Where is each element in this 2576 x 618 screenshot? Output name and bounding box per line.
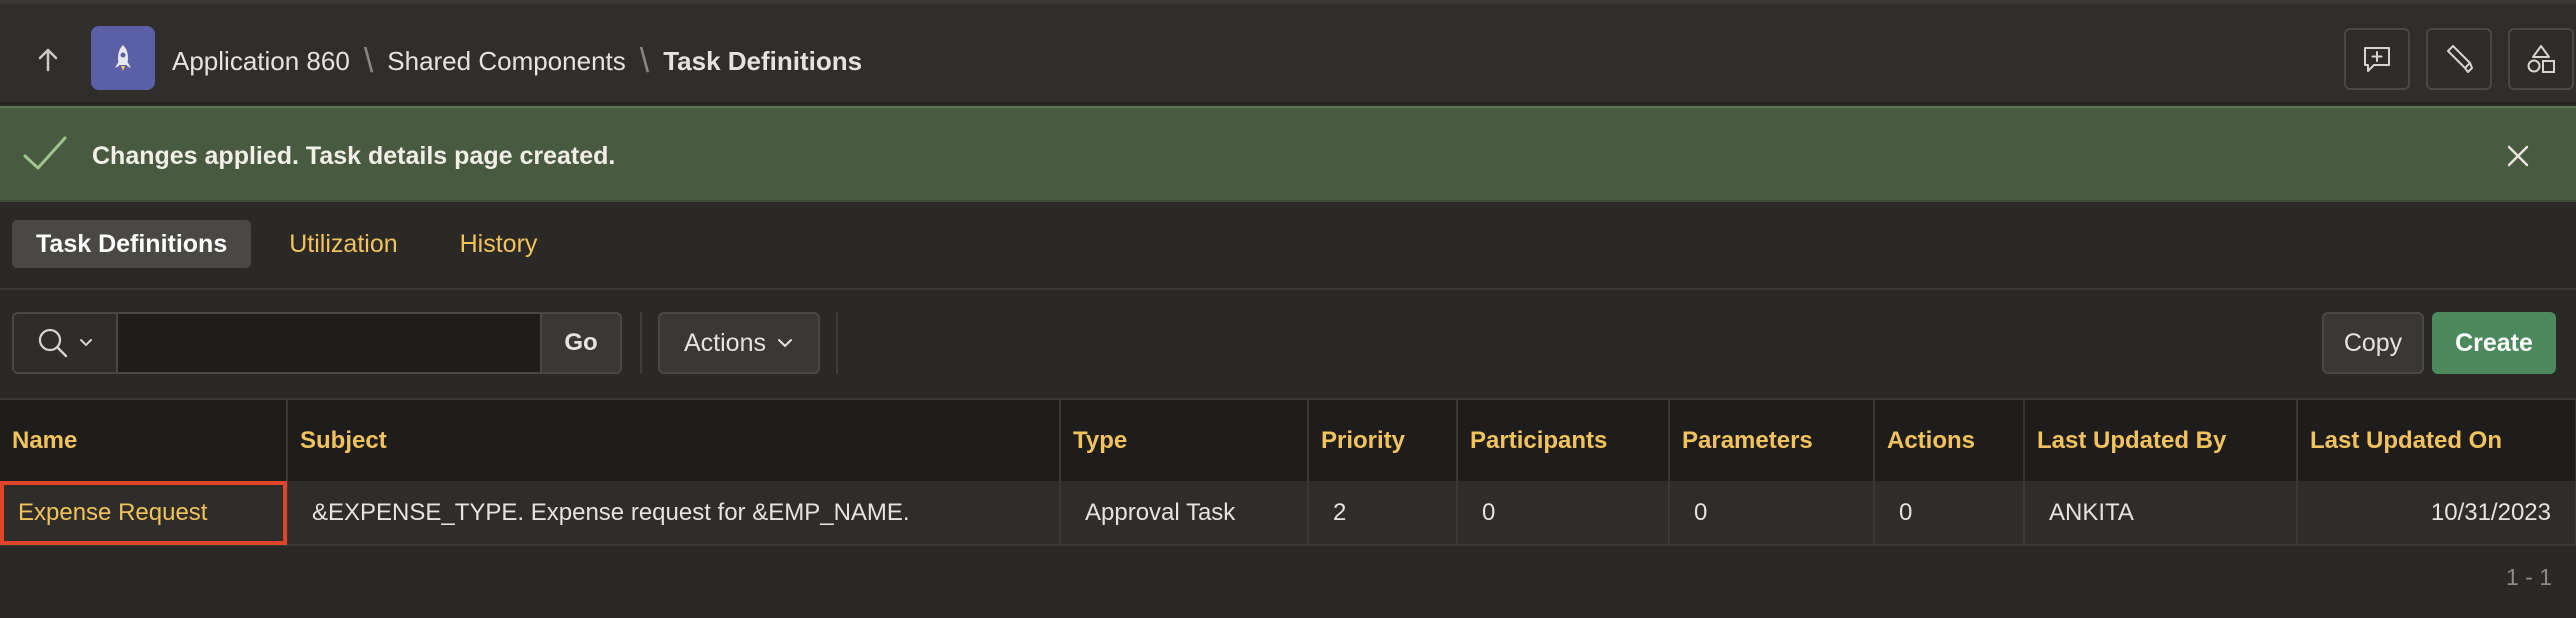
developer-tools-button[interactable] xyxy=(2426,28,2492,90)
table-row: Expense Request &EXPENSE_TYPE. Expense r… xyxy=(0,481,2576,546)
task-type: Approval Task xyxy=(1060,481,1309,546)
breadcrumb-current-page: Task Definitions xyxy=(663,46,863,76)
top-bar: Application 860 \ Shared Components \ Ta… xyxy=(0,0,2576,104)
tab-history[interactable]: History xyxy=(436,220,562,268)
go-button[interactable]: Go xyxy=(540,314,620,372)
search-bar: Go xyxy=(12,312,622,374)
actions-label: Actions xyxy=(684,328,766,357)
arrow-up-icon xyxy=(38,48,58,72)
column-header-last-updated-on[interactable]: Last Updated On xyxy=(2297,398,2576,481)
column-header-name[interactable]: Name xyxy=(0,398,288,481)
tab-task-definitions[interactable]: Task Definitions xyxy=(12,220,252,268)
tab-utilization[interactable]: Utilization xyxy=(265,220,421,268)
task-parameters: 0 xyxy=(1669,481,1875,546)
breadcrumb-separator: \ xyxy=(639,42,650,80)
header-toolbar xyxy=(2344,28,2574,90)
breadcrumb-application[interactable]: Application 860 xyxy=(172,46,350,77)
shapes-icon xyxy=(2527,45,2555,73)
copy-button[interactable]: Copy xyxy=(2322,312,2424,374)
column-header-priority[interactable]: Priority xyxy=(1308,398,1458,481)
search-input[interactable] xyxy=(118,314,540,372)
chevron-down-icon xyxy=(80,339,92,347)
toolbar-divider xyxy=(640,312,642,374)
alert-message: Changes applied. Task details page creat… xyxy=(92,142,616,170)
add-comment-button[interactable] xyxy=(2344,28,2410,90)
navigate-up-button[interactable] xyxy=(28,40,68,80)
task-subject: &EXPENSE_TYPE. Expense request for &EMP_… xyxy=(287,481,1061,546)
add-comment-icon xyxy=(2364,47,2390,72)
column-header-last-updated-by[interactable]: Last Updated By xyxy=(2024,398,2298,481)
column-header-subject[interactable]: Subject xyxy=(287,398,1061,481)
success-alert: Changes applied. Task details page creat… xyxy=(0,106,2576,202)
tab-bar: Task Definitions Utilization History xyxy=(12,220,575,268)
table-header-row: Name Subject Type Priority Participants … xyxy=(0,398,2576,481)
rocket-icon xyxy=(115,45,131,71)
report-toolbar: Go Actions Copy Create xyxy=(0,288,2576,398)
search-icon xyxy=(38,328,68,358)
checkmark-icon xyxy=(23,136,67,170)
create-button[interactable]: Create xyxy=(2432,312,2556,374)
task-last-updated-on: 10/31/2023 xyxy=(2297,481,2576,546)
breadcrumb: Application 860 \ Shared Components \ Ta… xyxy=(172,42,862,81)
task-name-link[interactable]: Expense Request xyxy=(0,481,288,546)
task-priority: 2 xyxy=(1308,481,1458,546)
task-actions: 0 xyxy=(1874,481,2025,546)
task-participants: 0 xyxy=(1457,481,1670,546)
column-header-type[interactable]: Type xyxy=(1060,398,1309,481)
breadcrumb-separator: \ xyxy=(363,42,374,80)
application-icon[interactable] xyxy=(91,26,155,90)
breadcrumb-shared-components[interactable]: Shared Components xyxy=(387,46,625,77)
shared-components-button[interactable] xyxy=(2508,28,2574,90)
column-header-parameters[interactable]: Parameters xyxy=(1669,398,1875,481)
pagination-info: 1 - 1 xyxy=(2505,564,2552,590)
chevron-down-icon xyxy=(777,339,792,348)
close-icon[interactable] xyxy=(2504,142,2532,170)
search-column-selector[interactable] xyxy=(14,314,118,372)
column-header-actions[interactable]: Actions xyxy=(1874,398,2025,481)
column-header-participants[interactable]: Participants xyxy=(1457,398,1670,481)
task-last-updated-by: ANKITA xyxy=(2024,481,2298,546)
developer-tools-icon xyxy=(2447,45,2473,73)
task-definitions-table: Name Subject Type Priority Participants … xyxy=(0,398,2576,546)
actions-menu-button[interactable]: Actions xyxy=(658,312,820,374)
toolbar-divider xyxy=(836,312,838,374)
